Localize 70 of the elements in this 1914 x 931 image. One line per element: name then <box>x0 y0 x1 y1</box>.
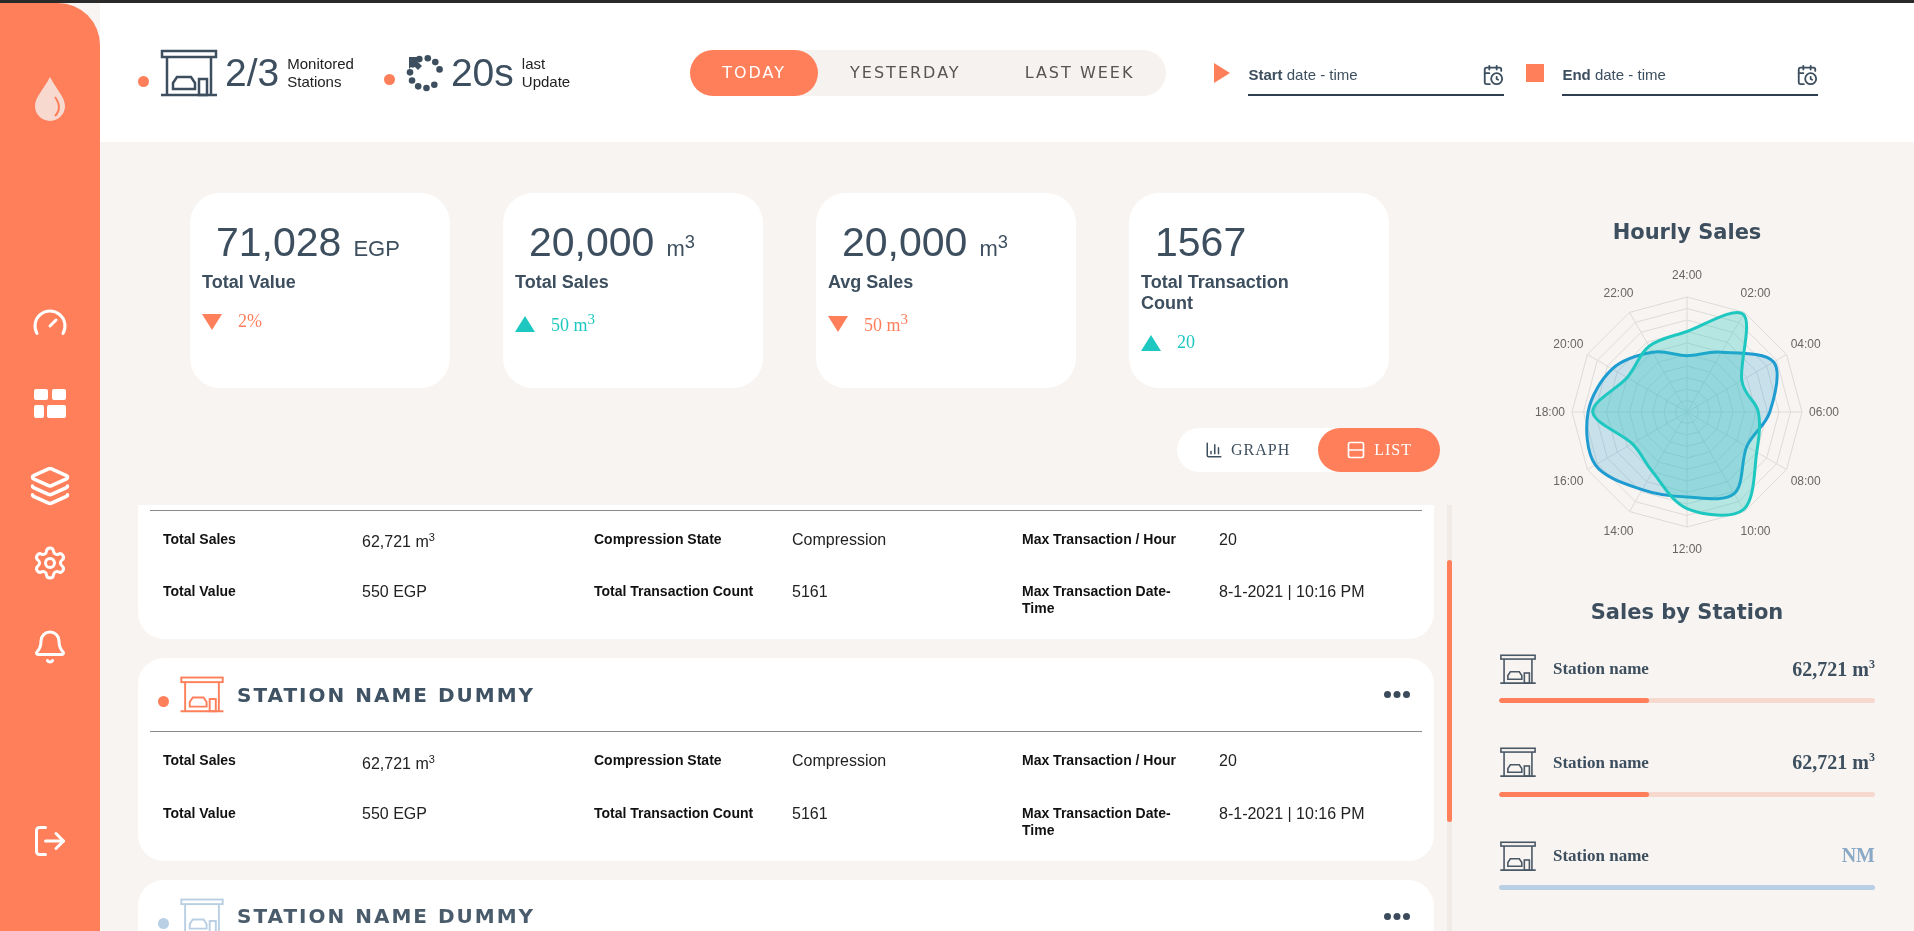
field-label: Total Value <box>163 804 237 823</box>
stat-value: 20s <box>450 50 514 95</box>
kpi-change: 20 <box>1177 332 1195 353</box>
kpi-unit: m$^{3}$ <box>979 230 1008 262</box>
field-label: Compression State <box>594 531 723 549</box>
field-value: Compression <box>792 752 888 772</box>
kpi-label: Avg Sales <box>828 272 915 293</box>
axis-label: 08:00 <box>1790 473 1821 488</box>
axis-label: 20:00 <box>1553 336 1584 351</box>
field-value: Compression <box>792 531 888 550</box>
kpi-label: Total Transaction Count <box>1141 272 1290 314</box>
field-value: 550 EGP <box>362 583 428 603</box>
kpi-value: 20,000 <box>529 219 655 266</box>
station-name: Station name <box>1553 845 1650 866</box>
field-value: 62,721 m$^{3}$ <box>362 752 436 773</box>
field-label: Total Transaction Count <box>594 804 755 823</box>
axis-label: 22:00 <box>1603 286 1634 301</box>
field-label: Max Transaction / Hour <box>1022 752 1178 771</box>
axis-label: 06:00 <box>1809 405 1839 419</box>
kpi-value: 20,000 <box>842 219 968 266</box>
field-label: Total Value <box>163 583 237 602</box>
field-label: Total Sales <box>163 752 237 771</box>
station-sales: NM <box>1841 844 1875 868</box>
axis-label: 02:00 <box>1740 286 1771 301</box>
stat-label: Monitored Stations <box>287 54 354 91</box>
field-value: 5161 <box>792 583 829 603</box>
field-value: 20 <box>1219 752 1238 772</box>
kpi-unit: EGP <box>353 236 400 262</box>
field-label: Max Transaction Date-Time <box>1022 804 1172 839</box>
view-toggle-button[interactable]: GRAPH <box>1177 428 1319 472</box>
station-name: Station name <box>1553 752 1650 773</box>
section-title: Sales by Station <box>1590 600 1784 624</box>
field-label: Max Transaction Date-Time <box>1022 583 1172 618</box>
field-value: 62,721 m$^{3}$ <box>362 531 436 552</box>
field-label: Compression State <box>594 752 723 771</box>
axis-label: 10:00 <box>1740 523 1771 538</box>
field-value: 8-1-2021 | 10:16 PM <box>1219 583 1366 603</box>
field-label: Total Transaction Count <box>594 583 755 602</box>
axis-label: 16:00 <box>1553 473 1584 488</box>
field-label: Max Transaction / Hour <box>1022 531 1178 549</box>
kpi-label: Total Value <box>202 272 297 293</box>
kpi-change: 50 m$^{3}$ <box>551 311 595 336</box>
date-field[interactable]: Start date - time <box>1248 49 1505 96</box>
station-name: STATION NAME DUMMY <box>237 904 537 929</box>
field-label: Total Sales <box>163 531 237 549</box>
kpi-unit: m$^{3}$ <box>666 230 695 262</box>
kpi-label: Total Sales <box>515 272 610 293</box>
period-tab[interactable]: LAST WEEK <box>992 49 1167 96</box>
kpi-change: 2% <box>238 311 262 332</box>
period-tab[interactable]: YESTERDAY <box>818 49 993 96</box>
stat-label: last Update <box>521 54 571 91</box>
field-value: 5161 <box>792 804 829 824</box>
stat-value: 2/3 <box>225 50 280 95</box>
field-value: 8-1-2021 | 10:16 PM <box>1219 804 1366 824</box>
chart-title: Hourly Sales <box>1612 220 1762 244</box>
station-name: STATION NAME DUMMY <box>237 682 537 707</box>
axis-label: 12:00 <box>1672 542 1702 556</box>
station-name: Station name <box>1553 659 1650 680</box>
axis-label: 24:00 <box>1672 270 1702 282</box>
kpi-value: 1567 <box>1155 219 1247 266</box>
kpi-value: 71,028 <box>216 219 342 266</box>
kpi-change: 50 m$^{3}$ <box>864 311 908 336</box>
station-sales: 62,721 m$^{3}$ <box>1792 750 1875 775</box>
station-sales: 62,721 m$^{3}$ <box>1792 657 1875 681</box>
axis-label: 04:00 <box>1790 336 1821 351</box>
axis-label: 18:00 <box>1535 405 1565 419</box>
field-value: 20 <box>1219 531 1238 550</box>
axis-label: 14:00 <box>1603 523 1634 538</box>
field-value: 550 EGP <box>362 804 428 824</box>
date-field[interactable]: End date - time <box>1562 49 1819 96</box>
